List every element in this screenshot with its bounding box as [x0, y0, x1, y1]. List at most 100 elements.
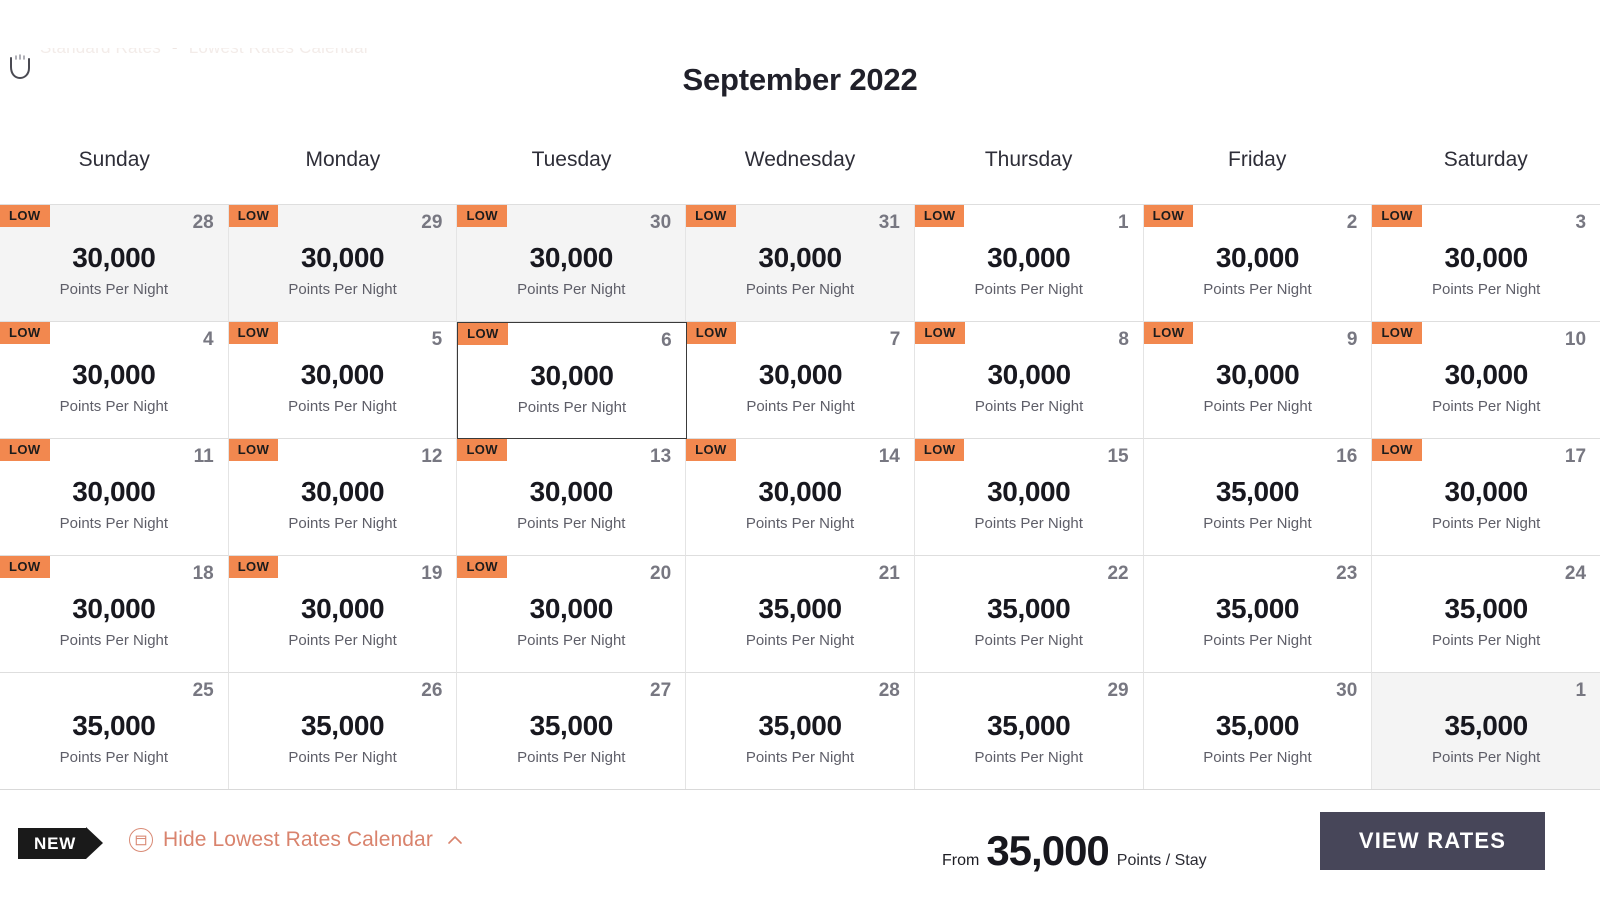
points-per-night-label: Points Per Night — [745, 515, 855, 532]
low-rate-badge: LOW — [0, 205, 50, 227]
calendar-day-cell[interactable]: 23 35,000 Points Per Night — [1143, 556, 1373, 673]
points-value: 30,000 — [1216, 359, 1300, 390]
calendar-week-row: 25 35,000 Points Per Night 26 35,000 Points P… — [0, 673, 1600, 790]
calendar-day-cell[interactable]: 1 35,000 Points Per Night — [1372, 673, 1600, 790]
points-value: 35,000 — [1215, 710, 1300, 741]
points-per-night-label: Points Per Night — [974, 281, 1083, 298]
day-number: 3 — [1575, 212, 1587, 233]
calendar-day-cell[interactable]: 29 35,000 Points Per Night — [914, 673, 1144, 790]
points-value: 35,000 — [72, 710, 156, 741]
calendar-day-cell[interactable]: LOW 6 30,000 Points Per Night — [457, 322, 687, 439]
calendar-day-cell[interactable]: LOW 4 30,000 Points Per Night — [0, 322, 229, 439]
points-value: 30,000 — [530, 360, 614, 391]
calendar-day-cell[interactable]: LOW 17 30,000 Points Per Night — [1372, 439, 1600, 556]
calendar-day-cell[interactable]: LOW 30 30,000 Points Per Night — [457, 205, 687, 322]
points-value: 35,000 — [300, 710, 385, 741]
low-rate-badge: LOW — [1372, 439, 1422, 461]
chevron-up-icon — [448, 836, 462, 844]
points-value: 30,000 — [1215, 242, 1300, 273]
day-number: 6 — [661, 330, 672, 351]
top-strip-right: Lowest Rates Calendar — [189, 48, 370, 57]
calendar-day-cell[interactable]: LOW 3 30,000 Points Per Night — [1372, 205, 1600, 322]
low-rate-badge: LOW — [686, 322, 737, 344]
day-number: 24 — [1564, 563, 1587, 584]
day-number: 25 — [192, 680, 214, 701]
day-number: 23 — [1336, 563, 1358, 584]
calendar-day-cell[interactable]: LOW 28 30,000 Points Per Night — [0, 205, 229, 322]
points-per-night-label: Points Per Night — [288, 749, 397, 766]
calendar-day-cell[interactable]: 21 35,000 Points Per Night — [686, 556, 915, 673]
top-strip-separator: - — [166, 48, 184, 57]
calendar-day-cell[interactable]: LOW 13 30,000 Points Per Night — [457, 439, 687, 556]
day-number: 13 — [650, 446, 672, 467]
from-unit: Points / Stay — [1116, 852, 1207, 869]
calendar-day-cell[interactable]: LOW 10 30,000 Points Per Night — [1372, 322, 1600, 439]
points-per-night-label: Points Per Night — [1431, 281, 1541, 298]
points-per-night-label: Points Per Night — [59, 398, 168, 415]
day-number: 31 — [878, 212, 900, 233]
calendar-day-cell[interactable]: LOW 8 30,000 Points Per Night — [915, 322, 1144, 439]
calendar-day-cell[interactable]: LOW 2 30,000 Points Per Night — [1143, 205, 1373, 322]
calendar-day-cell[interactable]: LOW 14 30,000 Points Per Night — [686, 439, 915, 556]
day-number: 11 — [193, 446, 214, 467]
calendar-day-cell[interactable]: LOW 20 30,000 Points Per Night — [457, 556, 687, 673]
calendar-day-cell[interactable]: LOW 9 30,000 Points Per Night — [1143, 322, 1373, 439]
low-rate-badge: LOW — [914, 439, 965, 461]
calendar-day-cell[interactable]: LOW 15 30,000 Points Per Night — [914, 439, 1144, 556]
points-per-night-label: Points Per Night — [974, 515, 1083, 532]
points-value: 35,000 — [987, 710, 1071, 741]
calendar-day-cell[interactable]: 22 35,000 Points Per Night — [914, 556, 1144, 673]
points-value: 30,000 — [529, 476, 614, 507]
calendar-day-cell[interactable]: 27 35,000 Points Per Night — [457, 673, 687, 790]
calendar-day-cell[interactable]: LOW 31 30,000 Points Per Night — [686, 205, 915, 322]
day-number: 21 — [878, 563, 900, 584]
calendar-day-cell[interactable]: LOW 12 30,000 Points Per Night — [228, 439, 458, 556]
points-per-night-label: Points Per Night — [974, 632, 1083, 649]
from-label: From — [942, 852, 980, 869]
weekday-wednesday: Wednesday — [744, 148, 856, 171]
low-rate-badge: LOW — [228, 556, 279, 578]
low-rate-badge: LOW — [1143, 322, 1194, 344]
points-per-night-label: Points Per Night — [1203, 398, 1312, 415]
points-value: 30,000 — [300, 359, 385, 390]
calendar-day-cell[interactable]: 26 35,000 Points Per Night — [228, 673, 458, 790]
calendar-day-cell[interactable]: LOW 19 30,000 Points Per Night — [228, 556, 458, 673]
day-number: 30 — [650, 212, 672, 233]
weekday-tuesday: Tuesday — [531, 148, 612, 171]
points-per-night-label: Points Per Night — [1203, 281, 1312, 298]
day-number: 27 — [650, 680, 672, 701]
points-per-night-label: Points Per Night — [974, 398, 1084, 415]
points-value: 35,000 — [529, 710, 614, 741]
day-number: 18 — [192, 563, 214, 584]
view-rates-button[interactable]: VIEW RATES — [1320, 812, 1545, 870]
calendar-day-cell[interactable]: LOW 18 30,000 Points Per Night — [0, 556, 229, 673]
from-value: 35,000 — [986, 827, 1109, 874]
calendar-day-cell[interactable]: LOW 5 30,000 Points Per Night — [228, 322, 458, 439]
calendar-day-cell[interactable]: LOW 1 30,000 Points Per Night — [914, 205, 1144, 322]
calendar-day-cell[interactable]: 24 35,000 Points Per Night — [1372, 556, 1600, 673]
day-number: 4 — [203, 329, 214, 350]
new-badge: NEW — [18, 826, 104, 860]
points-per-night-label: Points Per Night — [1203, 749, 1312, 766]
hide-lowest-rates-calendar-toggle[interactable]: Hide Lowest Rates Calendar — [129, 828, 463, 852]
points-value: 30,000 — [300, 593, 385, 624]
calendar-day-cell[interactable]: 25 35,000 Points Per Night — [0, 673, 229, 790]
calendar-day-cell[interactable]: 30 35,000 Points Per Night — [1143, 673, 1373, 790]
points-value: 30,000 — [758, 476, 842, 507]
low-rate-badge: LOW — [1143, 205, 1194, 227]
points-value: 35,000 — [987, 593, 1071, 624]
calendar-day-cell[interactable]: LOW 11 30,000 Points Per Night — [0, 439, 229, 556]
day-number: 16 — [1336, 446, 1358, 467]
calendar-day-cell[interactable]: LOW 29 30,000 Points Per Night — [228, 205, 458, 322]
points-value: 30,000 — [1444, 476, 1529, 507]
low-rate-badge: LOW — [0, 322, 50, 344]
day-number: 10 — [1564, 329, 1587, 350]
calendar-day-cell[interactable]: LOW 7 30,000 Points Per Night — [686, 322, 916, 439]
calendar-day-cell[interactable]: 28 35,000 Points Per Night — [686, 673, 915, 790]
points-per-night-label: Points Per Night — [1432, 398, 1541, 415]
points-per-night-label: Points Per Night — [517, 632, 626, 649]
points-value: 35,000 — [1215, 476, 1300, 507]
day-number: 8 — [1118, 329, 1129, 350]
points-per-night-label: Points Per Night — [59, 515, 169, 532]
calendar-day-cell[interactable]: 16 35,000 Points Per Night — [1143, 439, 1373, 556]
